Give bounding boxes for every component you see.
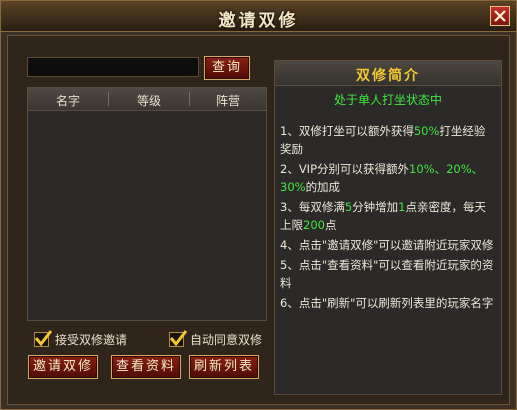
search-button-label: 查询 xyxy=(211,60,242,75)
auto-accept-option[interactable]: 自动同意双修 xyxy=(169,329,263,348)
intro-text: 2、VIP分别可以获得额外 xyxy=(280,162,410,176)
refresh-list-button[interactable]: 刷新列表 xyxy=(189,355,259,379)
column-header-faction: 阵营 xyxy=(215,94,240,108)
player-list-header: 名字 等级 阵营 xyxy=(28,88,266,111)
intro-text: 6、点击"刷新"可以刷新列表里的玩家名字 xyxy=(280,296,494,310)
close-button[interactable] xyxy=(490,6,510,26)
search-button[interactable]: 查询 xyxy=(204,56,250,80)
intro-highlight: 200 xyxy=(303,218,325,232)
column-header-level: 等级 xyxy=(136,94,161,108)
intro-text: 4、点击"邀请双修"可以邀请附近玩家双修 xyxy=(280,238,494,252)
invite-button[interactable]: 邀请双修 xyxy=(28,355,98,379)
intro-text: 5、点击"查看资料"可以查看附近玩家的资料 xyxy=(280,258,494,290)
view-profile-button[interactable]: 查看资料 xyxy=(111,355,181,379)
intro-text: 的加成 xyxy=(305,180,341,194)
checkmark-icon xyxy=(34,329,52,346)
intro-header: 双修简介 xyxy=(275,61,501,86)
intro-text: 点 xyxy=(324,218,337,232)
intro-title: 双修简介 xyxy=(356,68,420,84)
intro-item: 6、点击"刷新"可以刷新列表里的玩家名字 xyxy=(280,294,496,312)
checkmark-icon xyxy=(169,329,187,346)
intro-item: 4、点击"邀请双修"可以邀请附近玩家双修 xyxy=(280,236,496,254)
intro-text: 3、每双修满 xyxy=(280,200,345,214)
invite-dual-cultivation-window: 邀请双修 查询 名字 等级 阵营 接受双修邀请 自动同意双修 邀请双修 查看资料… xyxy=(0,0,517,410)
intro-panel: 双修简介 处于单人打坐状态中 1、双修打坐可以额外获得50%打坐经验奖励 2、VI… xyxy=(274,60,502,395)
intro-highlight: 50% xyxy=(413,124,440,138)
column-header-name: 名字 xyxy=(55,94,80,108)
window-title: 邀请双修 xyxy=(218,11,299,31)
view-profile-button-label: 查看资料 xyxy=(115,359,176,374)
intro-body: 1、双修打坐可以额外获得50%打坐经验奖励 2、VIP分别可以获得额外10%、20… xyxy=(280,122,496,314)
accept-invite-option[interactable]: 接受双修邀请 xyxy=(34,329,128,348)
refresh-list-button-label: 刷新列表 xyxy=(193,359,254,374)
auto-accept-label: 自动同意双修 xyxy=(190,332,263,347)
intro-item: 2、VIP分别可以获得额外10%、20%、30%的加成 xyxy=(280,160,496,196)
auto-accept-checkbox[interactable] xyxy=(169,329,187,347)
player-list[interactable]: 名字 等级 阵营 xyxy=(27,87,267,321)
accept-invite-checkbox[interactable] xyxy=(34,329,52,347)
intro-text: 分钟增加 xyxy=(352,200,399,214)
intro-item: 3、每双修满5分钟增加1点亲密度，每天上限200点 xyxy=(280,198,496,234)
close-icon xyxy=(494,10,506,22)
title-bar[interactable]: 邀请双修 xyxy=(1,1,516,32)
invite-button-label: 邀请双修 xyxy=(32,359,93,374)
intro-subtitle: 处于单人打坐状态中 xyxy=(333,93,442,107)
intro-text: 1、双修打坐可以额外获得 xyxy=(280,124,414,138)
accept-invite-label: 接受双修邀请 xyxy=(55,332,128,347)
intro-item: 1、双修打坐可以额外获得50%打坐经验奖励 xyxy=(280,122,496,158)
search-input[interactable] xyxy=(27,57,199,77)
intro-item: 5、点击"查看资料"可以查看附近玩家的资料 xyxy=(280,256,496,292)
